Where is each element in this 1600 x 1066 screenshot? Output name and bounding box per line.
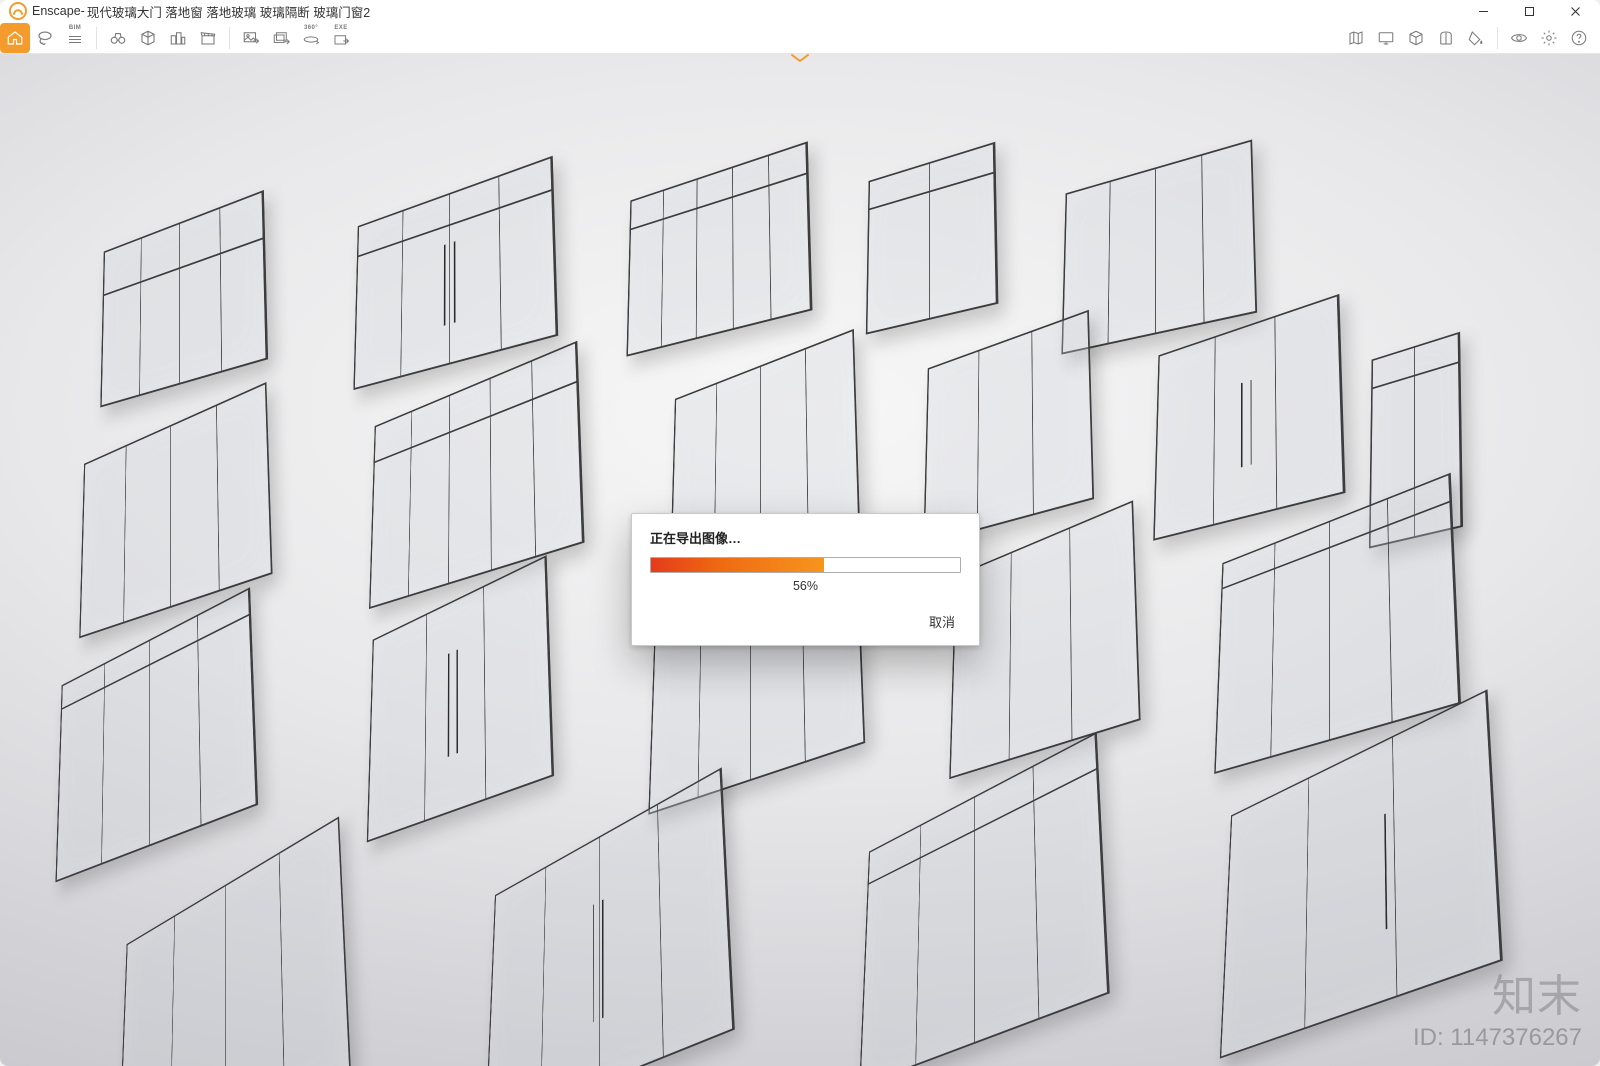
home-button[interactable] — [0, 23, 30, 53]
batch-export-button[interactable] — [266, 23, 296, 53]
minimize-button[interactable] — [1460, 0, 1506, 22]
progress-percent: 56% — [650, 579, 961, 593]
bim-label: BIM — [69, 25, 81, 31]
watermark-id-label: ID: — [1413, 1024, 1450, 1051]
panorama-360-button[interactable]: 360° — [296, 23, 326, 53]
export-dialog: 正在导出图像… 56% 取消 — [631, 513, 980, 646]
glass-unit — [866, 142, 999, 335]
toolbar-separator — [96, 27, 97, 49]
gate-button[interactable] — [1431, 23, 1461, 53]
help-button[interactable] — [1564, 23, 1594, 53]
image-export-button[interactable] — [236, 23, 266, 53]
exe-label: EXE — [334, 25, 347, 31]
watermark-brand: 知末 — [1413, 960, 1582, 1024]
render-viewport[interactable]: 正在导出图像… 56% 取消 知末 ID: 1147376267 — [0, 54, 1600, 1066]
toolbar-separator — [1497, 27, 1498, 49]
dialog-title: 正在导出图像… — [650, 528, 961, 547]
maximize-button[interactable] — [1506, 0, 1552, 22]
buildings-button[interactable] — [163, 23, 193, 53]
exe-export-button[interactable]: EXE — [326, 23, 356, 53]
lasso-button[interactable] — [30, 23, 60, 53]
bim-button[interactable]: BIM — [60, 23, 90, 53]
nav-cube-button[interactable] — [133, 23, 163, 53]
glass-unit — [485, 767, 734, 1066]
glass-unit — [118, 816, 351, 1066]
watermark-id: ID: 1147376267 — [1413, 1024, 1582, 1052]
settings-button[interactable] — [1534, 23, 1564, 53]
title-bar: Enscape - 现代玻璃大门 落地窗 落地玻璃 玻璃隔断 玻璃门窗2 — [0, 0, 1600, 22]
watermark: 知末 ID: 1147376267 — [1413, 960, 1582, 1052]
progress-fill — [651, 558, 824, 572]
app-window: Enscape - 现代玻璃大门 落地窗 落地玻璃 玻璃隔断 玻璃门窗2 BIM — [0, 0, 1600, 1066]
clapperboard-button[interactable] — [193, 23, 223, 53]
panorama-label: 360° — [304, 25, 318, 31]
app-name: Enscape — [32, 4, 81, 18]
progress-bar — [650, 557, 961, 573]
monitor-button[interactable] — [1371, 23, 1401, 53]
glass-unit — [859, 732, 1110, 1066]
glass-unit — [100, 190, 268, 408]
assets-box-button[interactable] — [1401, 23, 1431, 53]
watermark-id-value: 1147376267 — [1450, 1024, 1582, 1051]
glass-unit — [1153, 294, 1345, 541]
cancel-button[interactable]: 取消 — [923, 608, 961, 635]
paint-bucket-button[interactable] — [1461, 23, 1491, 53]
glass-unit — [369, 341, 584, 609]
binoculars-button[interactable] — [103, 23, 133, 53]
glass-unit — [1061, 139, 1257, 354]
glass-unit — [626, 141, 812, 356]
map-button[interactable] — [1341, 23, 1371, 53]
window-controls — [1460, 0, 1598, 22]
app-logo-icon — [8, 1, 28, 21]
toolbar-separator — [229, 27, 230, 49]
document-name: 现代玻璃大门 落地窗 落地玻璃 玻璃隔断 玻璃门窗2 — [87, 2, 370, 21]
glass-unit — [923, 310, 1094, 545]
main-toolbar: BIM 360° — [0, 22, 1600, 54]
close-button[interactable] — [1552, 0, 1598, 22]
glass-unit — [353, 156, 558, 390]
title-separator: - — [81, 4, 85, 18]
visibility-button[interactable] — [1504, 23, 1534, 53]
